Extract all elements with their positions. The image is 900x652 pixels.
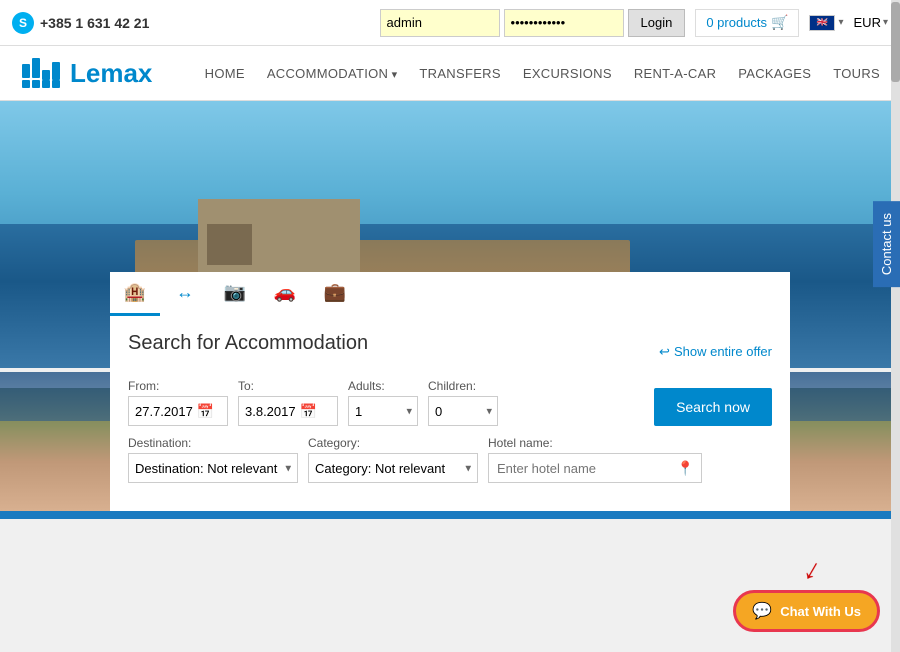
header: Lemax HOME ACCOMMODATION TRANSFERS EXCUR… xyxy=(0,46,900,101)
category-select[interactable]: Category: Not relevant xyxy=(309,454,469,482)
hero-section: Contact us 🏨 ↔ 📷 🚗 💼 Search for Accomm xyxy=(0,101,900,511)
category-select-wrapper: Category: Not relevant ▾ xyxy=(308,453,478,483)
tab-excursions[interactable]: 📷 xyxy=(210,272,260,316)
login-button[interactable]: Login xyxy=(628,9,686,37)
transfers-tab-icon: ↔ xyxy=(176,282,194,303)
tab-rent-a-car[interactable]: 🚗 xyxy=(260,272,310,316)
password-input[interactable] xyxy=(504,9,624,37)
chat-widget[interactable]: 💬 Chat With Us xyxy=(733,590,880,632)
packages-tab-icon: 💼 xyxy=(324,282,346,303)
logo[interactable]: Lemax xyxy=(20,56,152,90)
nav-transfers[interactable]: TRANSFERS xyxy=(419,66,500,81)
nav-home[interactable]: HOME xyxy=(205,66,245,81)
tab-accommodation[interactable]: 🏨 xyxy=(110,272,160,316)
language-dropdown-arrow: ▾ xyxy=(838,17,843,28)
show-entire-offer-link[interactable]: ↩Show entire offer xyxy=(659,344,772,360)
children-label: Children: xyxy=(428,379,498,393)
children-field: Children: 0 1 2 3 xyxy=(428,379,498,426)
currency-selector[interactable]: EUR ▾ xyxy=(854,15,888,30)
destination-label: Destination: xyxy=(128,436,298,450)
category-field: Category: Category: Not relevant ▾ xyxy=(308,436,478,483)
currency-dropdown-arrow: ▾ xyxy=(883,17,888,28)
scrollbar-thumb[interactable] xyxy=(891,2,900,82)
cart-label: 0 products xyxy=(706,15,767,30)
destination-select[interactable]: Destination: Not relevant xyxy=(129,454,289,482)
currency-label: EUR xyxy=(854,15,881,30)
hotel-name-label: Hotel name: xyxy=(488,436,702,450)
destination-select-wrapper: Destination: Not relevant ▾ xyxy=(128,453,298,483)
tab-transfers[interactable]: ↔ xyxy=(160,272,210,316)
hotel-name-input[interactable] xyxy=(488,453,702,483)
chat-arrow-indicator: ↓ xyxy=(798,552,828,589)
nav-excursions[interactable]: EXCURSIONS xyxy=(523,66,612,81)
adults-select-wrapper: 1 2 3 4 xyxy=(348,396,418,426)
uk-flag-icon: 🇬🇧 xyxy=(809,15,835,31)
logo-text: Lemax xyxy=(70,58,152,89)
adults-select[interactable]: 1 2 3 4 xyxy=(348,396,418,426)
nav-tours[interactable]: TOURS xyxy=(833,66,880,81)
scrollbar[interactable] xyxy=(891,0,900,652)
to-date-input[interactable]: 3.8.2017 📅 xyxy=(238,396,338,426)
top-bar: S +385 1 631 42 21 Login 0 products 🛒 🇬🇧… xyxy=(0,0,900,46)
to-label: To: xyxy=(238,379,338,393)
search-now-button[interactable]: Search now xyxy=(654,388,772,426)
skype-icon: S xyxy=(12,12,34,34)
cart-icon: 🛒 xyxy=(771,14,788,31)
phone-number: S +385 1 631 42 21 xyxy=(12,12,370,34)
from-calendar-icon: 📅 xyxy=(197,403,214,420)
chat-label: Chat With Us xyxy=(780,604,861,619)
to-calendar-icon: 📅 xyxy=(300,403,317,420)
destination-field: Destination: Destination: Not relevant ▾ xyxy=(128,436,298,483)
children-select[interactable]: 0 1 2 3 xyxy=(428,396,498,426)
category-label: Category: xyxy=(308,436,478,450)
logo-icon xyxy=(20,56,62,90)
contact-us-tab[interactable]: Contact us xyxy=(873,201,900,287)
to-date-value: 3.8.2017 xyxy=(245,404,296,419)
nav-rent-a-car[interactable]: RENT-A-CAR xyxy=(634,66,716,81)
hotel-name-wrapper: 📍 xyxy=(488,453,702,483)
search-panel: 🏨 ↔ 📷 🚗 💼 Search for Accommodation ↩Show… xyxy=(110,272,790,511)
from-field: From: 27.7.2017 📅 xyxy=(128,379,228,426)
login-area: Login xyxy=(380,9,686,37)
search-row-1: From: 27.7.2017 📅 To: 3.8.2017 📅 Adults: xyxy=(128,379,772,426)
from-label: From: xyxy=(128,379,228,393)
nav-accommodation[interactable]: ACCOMMODATION xyxy=(267,66,398,81)
language-selector[interactable]: 🇬🇧 ▾ xyxy=(809,15,843,31)
adults-field: Adults: 1 2 3 4 xyxy=(348,379,418,426)
main-nav: HOME ACCOMMODATION TRANSFERS EXCURSIONS … xyxy=(205,66,880,81)
to-field: To: 3.8.2017 📅 xyxy=(238,379,338,426)
adults-label: Adults: xyxy=(348,379,418,393)
search-title: Search for Accommodation xyxy=(128,332,368,355)
username-input[interactable] xyxy=(380,9,500,37)
hotel-name-field: Hotel name: 📍 xyxy=(488,436,702,483)
accommodation-tab-icon: 🏨 xyxy=(124,282,146,303)
children-select-wrapper: 0 1 2 3 xyxy=(428,396,498,426)
search-row-2: Destination: Destination: Not relevant ▾… xyxy=(128,436,772,483)
nav-packages[interactable]: PACKAGES xyxy=(738,66,811,81)
excursions-tab-icon: 📷 xyxy=(224,282,246,303)
rent-a-car-tab-icon: 🚗 xyxy=(274,282,296,303)
chat-bubble-icon: 💬 xyxy=(752,601,772,621)
search-form: Search for Accommodation ↩Show entire of… xyxy=(110,316,790,511)
tab-packages[interactable]: 💼 xyxy=(310,272,360,316)
search-type-tabs: 🏨 ↔ 📷 🚗 💼 xyxy=(110,272,790,316)
bottom-accent-bar xyxy=(0,511,900,519)
cart-button[interactable]: 0 products 🛒 xyxy=(695,9,799,37)
from-date-value: 27.7.2017 xyxy=(135,404,193,419)
from-date-input[interactable]: 27.7.2017 📅 xyxy=(128,396,228,426)
